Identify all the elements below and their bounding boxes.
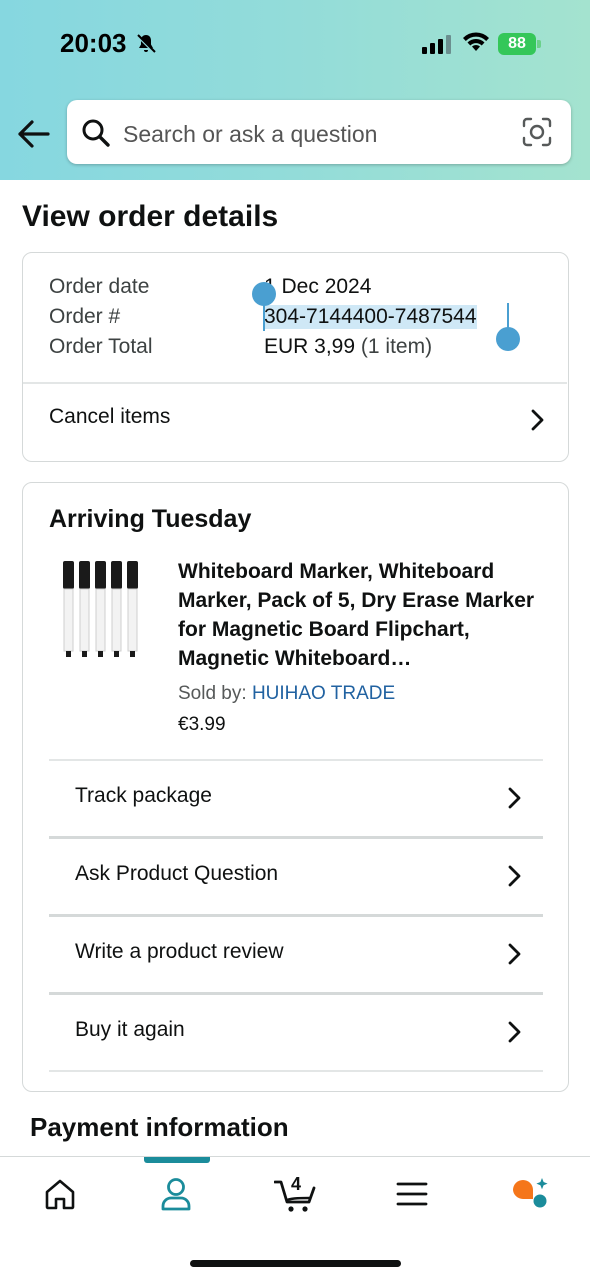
chevron-right-icon (508, 865, 521, 887)
write-review-button[interactable]: Write a product review (49, 916, 543, 994)
divider (49, 1070, 543, 1072)
search-bar[interactable]: Search or ask a question (67, 100, 571, 164)
product-price: €3.99 (178, 714, 226, 735)
chevron-right-icon (508, 943, 521, 965)
seller-link[interactable]: HUIHAO TRADE (252, 683, 395, 704)
ask-product-question-button[interactable]: Ask Product Question (49, 838, 543, 916)
order-total-value: EUR 3,99 (1 item) (264, 335, 433, 358)
wifi-icon (463, 32, 489, 51)
camera-scan-icon[interactable] (522, 117, 552, 147)
order-date-value: 1 Dec 2024 (264, 275, 372, 298)
menu-icon[interactable] (390, 1172, 434, 1216)
cellular-signal-icon (422, 35, 451, 54)
home-icon[interactable] (38, 1172, 82, 1216)
silent-bell-icon (135, 33, 157, 55)
order-summary-card: Order date 1 Dec 2024 Order # 304-714440… (22, 252, 569, 462)
cancel-items-label: Cancel items (49, 405, 171, 428)
payment-heading: Payment information (30, 1112, 289, 1142)
track-package-label: Track package (75, 784, 212, 807)
track-package-button[interactable]: Track package (49, 760, 543, 838)
search-input[interactable]: Search or ask a question (123, 121, 377, 148)
order-total-label: Order Total (49, 335, 153, 358)
chevron-right-icon (508, 1021, 521, 1043)
chevron-right-icon (508, 787, 521, 809)
ask-product-question-label: Ask Product Question (75, 862, 279, 885)
battery-level: 88 (498, 33, 536, 55)
selection-start-handle[interactable] (252, 282, 276, 306)
cancel-items-row[interactable]: Cancel items (23, 383, 567, 461)
back-arrow-icon[interactable] (16, 118, 50, 150)
account-icon[interactable] (154, 1172, 198, 1216)
home-indicator (190, 1260, 401, 1267)
arrival-heading: Arriving Tuesday (49, 505, 252, 533)
selection-end-handle[interactable] (496, 327, 520, 351)
product-image[interactable] (61, 559, 143, 659)
order-number-value[interactable]: 304-7144400-7487544 (264, 305, 477, 329)
buy-it-again-button[interactable]: Buy it again (49, 994, 543, 1072)
order-date-label: Order date (49, 275, 150, 298)
chevron-right-icon (531, 409, 544, 431)
selection-start-caret (263, 303, 265, 331)
write-review-label: Write a product review (75, 940, 284, 963)
status-time: 20:03 (60, 28, 127, 58)
sold-by: Sold by: HUIHAO TRADE (178, 683, 395, 705)
order-number-label: Order # (49, 305, 121, 328)
active-tab-indicator (144, 1157, 210, 1163)
product-title[interactable]: Whiteboard Marker, Whiteboard Marker, Pa… (178, 557, 548, 673)
sold-by-label: Sold by: (178, 683, 247, 704)
rufus-assistant-icon[interactable] (508, 1172, 552, 1216)
battery-icon: 88 (498, 33, 542, 55)
cart-count-badge: 4 (291, 1174, 302, 1194)
search-icon (82, 119, 110, 147)
shipment-card: Arriving Tuesday Whiteboard Marker, Whit… (22, 482, 569, 1092)
buy-it-again-label: Buy it again (75, 1018, 185, 1041)
status-bar: 20:03 88 (0, 0, 590, 90)
page-title: View order details (22, 200, 279, 233)
